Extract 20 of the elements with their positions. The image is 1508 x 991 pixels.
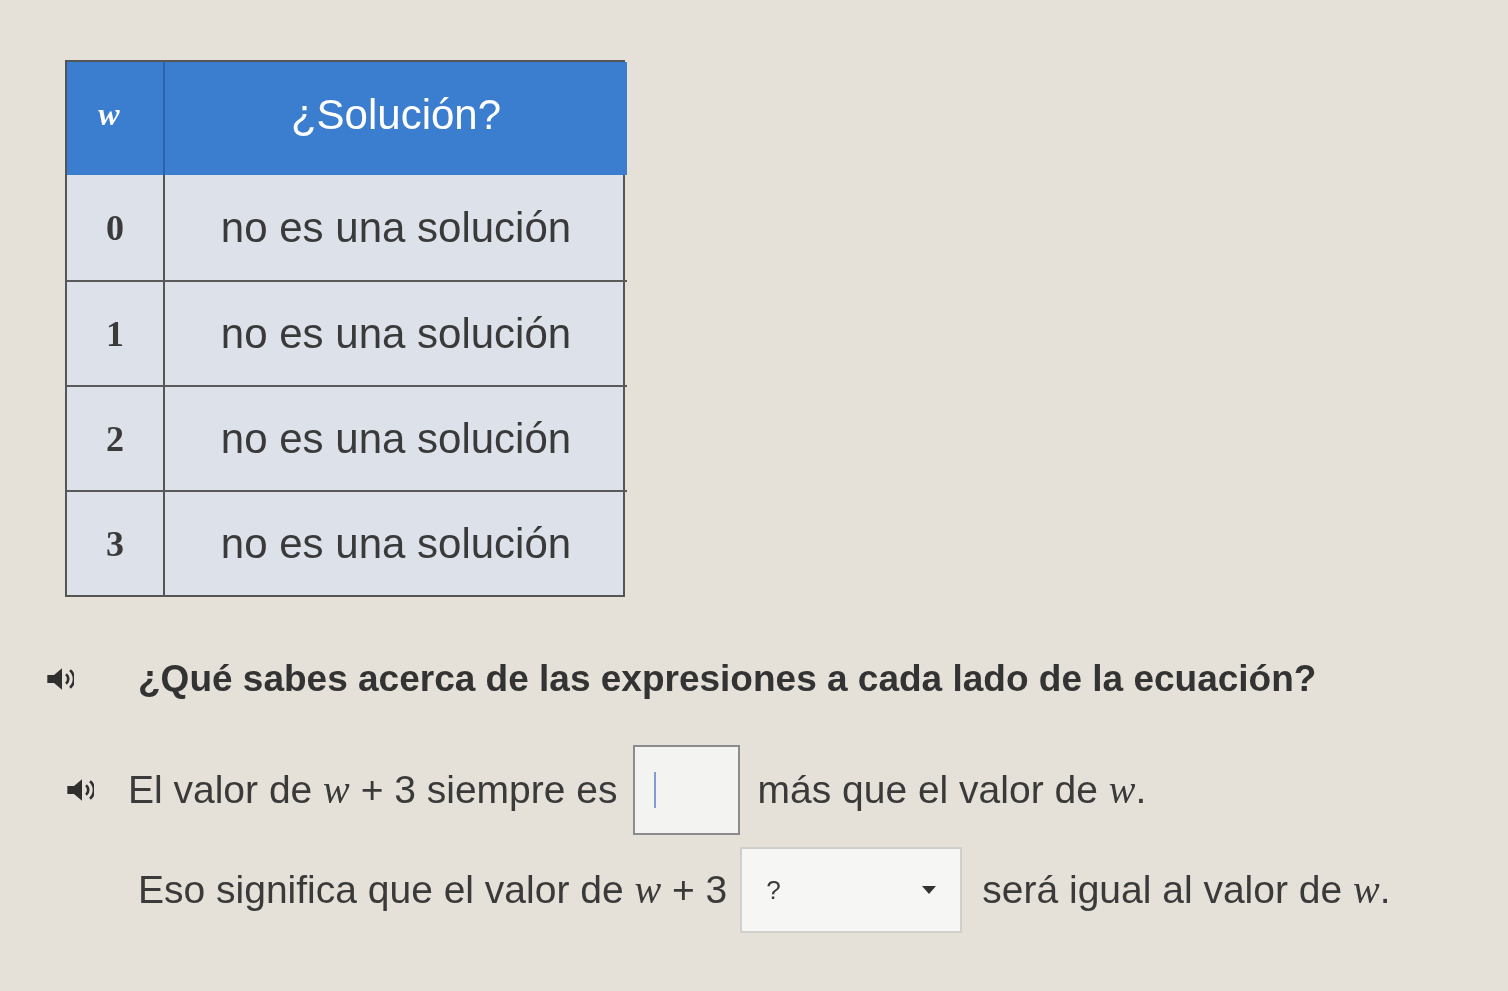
sentence-text: será igual al valor de w. (982, 866, 1391, 914)
table-cell: no es una solución (165, 385, 627, 490)
speaker-icon[interactable] (66, 779, 94, 801)
column-header: w (67, 62, 165, 175)
speaker-icon[interactable] (46, 668, 74, 690)
table-cell: 1 (67, 280, 165, 385)
table-cell: 3 (67, 490, 165, 595)
sentence-text: El valor de w + 3 siempre es (128, 766, 618, 814)
table-cell: no es una solución (165, 280, 627, 385)
sentence-text: Eso significa que el valor de w + 3 (138, 866, 728, 914)
table-cell: 0 (67, 175, 165, 280)
table-cell: no es una solución (165, 490, 627, 595)
table-cell-text: no es una solución (219, 203, 573, 253)
table-cell: 2 (67, 385, 165, 490)
column-header: ¿Solución? (165, 62, 627, 175)
sentence-text: más que el valor de w. (757, 766, 1147, 814)
dropdown[interactable]: ? (740, 847, 963, 933)
answer-box[interactable] (632, 745, 740, 835)
caret-icon (922, 886, 937, 894)
question-text: ¿Qué sabes acerca de las expresiones a cada lado de la ecuación? (138, 657, 1317, 702)
